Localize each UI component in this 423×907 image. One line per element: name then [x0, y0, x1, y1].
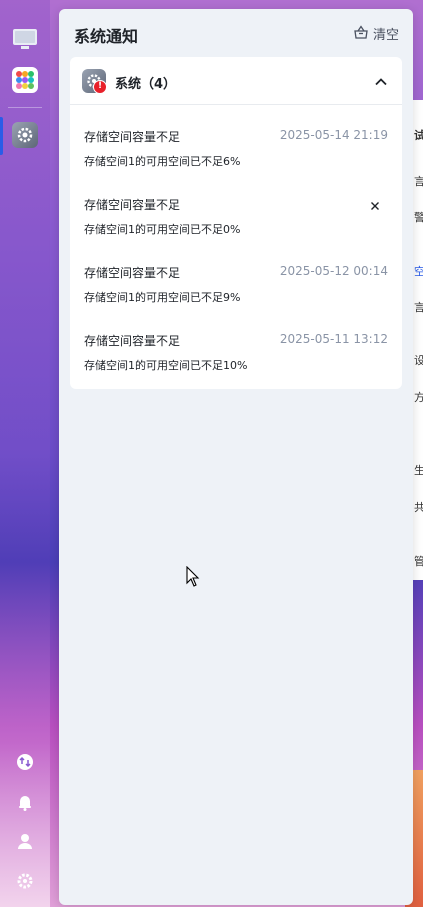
- transfer-icon[interactable]: [12, 749, 38, 775]
- mouse-cursor-icon: [186, 565, 200, 592]
- group-title: 系统（4）: [115, 77, 177, 92]
- notification-desc: 存储空间1的可用空间已不足9%: [84, 291, 241, 304]
- notification-item[interactable]: 存储空间容量不足 2025-05-12 00:14 存储空间1的可用空间已不足9…: [70, 264, 402, 324]
- notification-title: 存储空间容量不足: [84, 130, 181, 144]
- clear-button[interactable]: 清空: [354, 24, 399, 43]
- background-text: 共: [414, 501, 423, 514]
- background-text: 言: [414, 175, 423, 188]
- notification-title: 存储空间容量不足: [84, 266, 181, 280]
- background-text: 警: [414, 211, 423, 224]
- notification-desc: 存储空间1的可用空间已不足0%: [84, 223, 241, 236]
- background-text: 生: [414, 464, 423, 477]
- notification-time: 2025-05-12 00:14: [279, 264, 388, 278]
- notification-group-card: ! 系统（4） 存储空间容量不足 2025-05-14 21:19 存储空间1的…: [70, 57, 402, 389]
- dock: [0, 0, 50, 907]
- settings-icon[interactable]: [12, 122, 38, 148]
- notification-item[interactable]: 存储空间容量不足 2025-05-11 13:12 存储空间1的可用空间已不足1…: [70, 332, 402, 392]
- dock-divider: [8, 107, 42, 108]
- clear-basket-icon: [354, 24, 368, 43]
- close-icon[interactable]: [369, 197, 381, 210]
- background-text: 试: [414, 129, 423, 142]
- notification-item[interactable]: 存储空间容量不足 存储空间1的可用空间已不足0%: [70, 196, 402, 256]
- notification-time: 2025-05-14 21:19: [279, 128, 388, 142]
- user-icon[interactable]: [12, 828, 38, 854]
- chevron-up-icon[interactable]: [374, 74, 388, 88]
- notification-item[interactable]: 存储空间容量不足 2025-05-14 21:19 存储空间1的可用空间已不足6…: [70, 128, 402, 188]
- alert-badge: !: [93, 80, 107, 94]
- app-grid-icon[interactable]: [12, 67, 38, 93]
- notification-desc: 存储空间1的可用空间已不足6%: [84, 155, 241, 168]
- notification-panel: 系统通知 清空 ! 系统（4） 存储空间容量不足 2025-05-14 21:1…: [59, 9, 413, 905]
- background-text: 空: [414, 265, 423, 278]
- active-indicator: [0, 117, 3, 155]
- background-text: 设: [414, 354, 423, 367]
- gear-icon[interactable]: [12, 868, 38, 894]
- clear-label: 清空: [372, 28, 399, 43]
- bell-icon[interactable]: [12, 789, 38, 815]
- monitor-icon[interactable]: [12, 26, 38, 52]
- notification-title: 存储空间容量不足: [84, 334, 181, 348]
- notification-title: 存储空间容量不足: [84, 198, 181, 212]
- panel-title: 系统通知: [74, 27, 139, 46]
- background-text: 方: [414, 391, 423, 404]
- background-text: 言: [414, 301, 423, 314]
- background-text: 管: [414, 555, 423, 568]
- group-header[interactable]: ! 系统（4）: [70, 57, 402, 105]
- notification-desc: 存储空间1的可用空间已不足10%: [84, 359, 248, 372]
- notification-time: 2025-05-11 13:12: [279, 332, 388, 346]
